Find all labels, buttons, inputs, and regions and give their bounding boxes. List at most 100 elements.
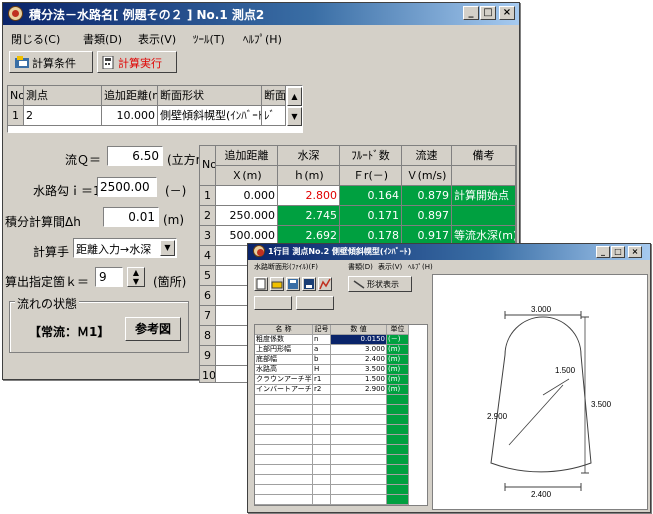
method-select[interactable]: 距離入力→水深 ▼ [73, 238, 177, 258]
open-folder-icon[interactable] [270, 277, 284, 291]
minimize-icon[interactable]: _ [463, 6, 479, 20]
section-header-dist: 追加距離(m) [102, 86, 158, 106]
slope-value: 2500.00 [100, 180, 150, 194]
param-cell-val[interactable] [331, 405, 387, 415]
param-cell-sym [313, 395, 331, 405]
maximize-icon[interactable]: □ [480, 6, 496, 20]
param-cell-val[interactable] [331, 445, 387, 455]
shape-menu-documents[interactable]: 書類(D) [348, 262, 373, 272]
param-cell-sym: r2 [313, 385, 331, 395]
calc-run-label: 計算実行 [118, 57, 162, 70]
param-cell-name: 底部幅 [255, 355, 313, 365]
main-titlebar[interactable]: 積分法－水路名[ 例題その２ ] No.1 測点2 _ □ × [3, 3, 519, 25]
calc-run-button[interactable]: 計算実行 [97, 51, 177, 73]
shape-menu-file[interactable]: 水路断面形(ﾌｧｲﾙ)(F) [254, 262, 318, 272]
close-icon[interactable]: × [499, 6, 515, 20]
interval-input[interactable]: 0.01 [103, 207, 159, 227]
shape-display-button[interactable]: 形状表示 [348, 276, 412, 292]
param-table: 名 称記号数 値単位 粗度係数 n 0.0150 (－) 上部円形幅 a 3.000 (m) 底部… [254, 324, 428, 506]
result-cell-h[interactable]: 2.800 [278, 186, 340, 206]
reference-figure-button[interactable]: 参考図 [125, 317, 181, 341]
section-row-point[interactable]: 2 [24, 106, 102, 126]
param-cell-name: クラウンアーチ半径 [255, 375, 313, 385]
section-row-dist[interactable]: 10.000 [102, 106, 158, 126]
new-file-icon[interactable] [254, 277, 268, 291]
param-cell-sym [313, 465, 331, 475]
count-unit: (箇所) [153, 275, 187, 289]
param-cell-sym [313, 435, 331, 445]
result-row-no: 6 [200, 286, 216, 306]
shape-window: 1行目 測点No.2 側壁傾斜幌型(ｲﾝﾊﾞｰﾄ) _ □ × 水路断面形(ﾌｧ… [247, 243, 651, 513]
disabled-button-2[interactable] [296, 296, 334, 310]
menu-close[interactable]: 閉じる(C) [11, 31, 60, 47]
count-input[interactable]: 9 [95, 267, 123, 287]
result-row-no: 4 [200, 246, 216, 266]
save-as-icon[interactable] [302, 277, 316, 291]
shape-titlebar[interactable]: 1行目 測点No.2 側壁傾斜幌型(ｲﾝﾊﾞｰﾄ) _ □ × [248, 244, 650, 260]
scroll-up-arrow-icon[interactable]: ▲ [287, 87, 302, 106]
section-row-section[interactable]: ﾚﾞ [262, 106, 286, 126]
interval-unit: (m) [163, 213, 185, 227]
param-cell-val[interactable] [331, 395, 387, 405]
menu-help[interactable]: ﾍﾙﾌﾟ(H) [243, 31, 282, 47]
shape-menu-help[interactable]: ﾍﾙﾌﾟ(H) [408, 262, 433, 272]
param-cell-val[interactable] [331, 455, 387, 465]
menu-view[interactable]: 表示(V) [138, 31, 176, 47]
param-cell-sym [313, 495, 331, 505]
pen-icon [353, 280, 365, 289]
chart-icon[interactable] [318, 277, 332, 291]
result-row-no: 3 [200, 226, 216, 246]
result-cell-h[interactable]: 2.745 [278, 206, 340, 226]
result-row-no: 10 [200, 366, 216, 382]
param-cell-val[interactable]: 1.500 [331, 375, 387, 385]
param-cell-val[interactable] [331, 475, 387, 485]
spinner-icon[interactable]: ▲ ▼ [127, 267, 145, 287]
result-cell-fr[interactable]: 0.164 [340, 186, 402, 206]
flow-input[interactable]: 6.50 [107, 146, 163, 166]
interval-label: 積分計算間Δh [5, 215, 81, 229]
result-header-top: 流速 [402, 146, 452, 166]
scroll-down-arrow-icon[interactable]: ▼ [287, 107, 302, 126]
param-cell-name [255, 475, 313, 485]
disabled-button-1[interactable] [254, 296, 292, 310]
param-cell-val[interactable]: 2.900 [331, 385, 387, 395]
slope-input[interactable]: 2500.00 [97, 177, 157, 197]
reference-figure-label: 参考図 [134, 322, 171, 336]
shape-display-label: 形状表示 [367, 280, 399, 289]
shape-maximize-icon[interactable]: □ [611, 246, 625, 258]
param-cell-name [255, 415, 313, 425]
result-cell-note[interactable]: 計算開始点 [452, 186, 516, 206]
section-table: No. 測点 追加距離(m) 断面形状 断面 1 2 10.000 側壁傾斜幌型… [7, 85, 303, 133]
calc-conditions-label: 計算条件 [32, 57, 76, 70]
result-row-no: 9 [200, 346, 216, 366]
param-cell-val[interactable] [331, 425, 387, 435]
param-cell-name: 水路高 [255, 365, 313, 375]
shape-menu-view[interactable]: 表示(V) [378, 262, 402, 272]
calc-conditions-button[interactable]: 計算条件 [9, 51, 93, 73]
param-cell-val[interactable]: 3.500 [331, 365, 387, 375]
param-cell-val[interactable] [331, 485, 387, 495]
shape-minimize-icon[interactable]: _ [596, 246, 610, 258]
param-cell-sym: H [313, 365, 331, 375]
param-cell-val[interactable]: 2.400 [331, 355, 387, 365]
param-cell-val[interactable] [331, 465, 387, 475]
result-cell-x[interactable]: 250.000 [216, 206, 278, 226]
result-header-sub: Ｘ(m) [216, 166, 278, 186]
menu-documents[interactable]: 書類(D) [83, 31, 122, 47]
param-cell-val[interactable] [331, 435, 387, 445]
result-cell-fr[interactable]: 0.171 [340, 206, 402, 226]
param-cell-val[interactable] [331, 415, 387, 425]
param-cell-unit [387, 495, 409, 505]
shape-close-icon[interactable]: × [628, 246, 642, 258]
param-cell-val[interactable] [331, 495, 387, 505]
result-cell-note[interactable] [452, 206, 516, 226]
result-cell-v[interactable]: 0.879 [402, 186, 452, 206]
menu-tools[interactable]: ﾂｰﾙ(T) [193, 31, 225, 47]
result-cell-x[interactable]: 0.000 [216, 186, 278, 206]
param-cell-val[interactable]: 3.000 [331, 345, 387, 355]
param-cell-val[interactable]: 0.0150 [331, 335, 387, 345]
section-row-shape[interactable]: 側壁傾斜幌型(ｲﾝﾊﾞｰﾄ [158, 106, 262, 126]
result-cell-v[interactable]: 0.897 [402, 206, 452, 226]
chevron-down-icon[interactable]: ▼ [160, 240, 175, 256]
save-icon[interactable] [286, 277, 300, 291]
